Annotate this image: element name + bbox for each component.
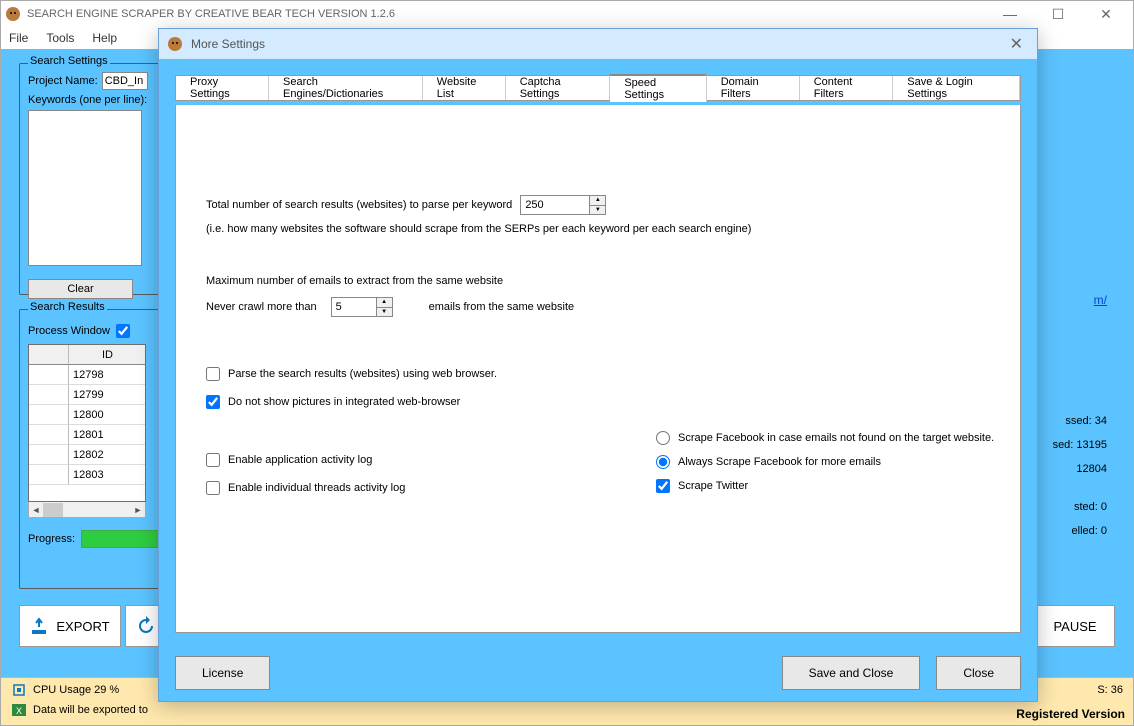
menu-tools[interactable]: Tools — [46, 31, 74, 45]
never-crawl-spinner[interactable]: ▲▼ — [331, 297, 393, 317]
export-button[interactable]: EXPORT — [19, 605, 121, 647]
total-results-input[interactable] — [521, 196, 589, 214]
twitter-checkbox[interactable] — [656, 479, 670, 493]
spin-up-icon[interactable]: ▲ — [590, 196, 605, 206]
threads-label: S: 36 — [1097, 684, 1123, 696]
total-results-label: Total number of search results (websites… — [206, 199, 512, 211]
results-grid[interactable]: ID 12798 12799 12800 12801 12802 12803 — [28, 344, 146, 502]
spin-down-icon[interactable]: ▼ — [590, 206, 605, 215]
fb-always-label: Always Scrape Facebook for more emails — [678, 456, 881, 468]
menu-help[interactable]: Help — [92, 31, 117, 45]
grid-hscrollbar[interactable]: ◄ ► — [28, 502, 146, 518]
tab-proxy[interactable]: Proxy Settings — [176, 76, 269, 100]
export-path-label: Data will be exported to — [33, 704, 148, 716]
dialog-footer: License Save and Close Close — [159, 645, 1037, 701]
never-crawl-label: Never crawl more than — [206, 301, 317, 313]
dialog-close-button[interactable]: ✕ — [1004, 34, 1029, 54]
grid-cell: 12803 — [69, 465, 146, 485]
clear-button[interactable]: Clear — [28, 279, 133, 299]
search-settings-legend: Search Settings — [28, 55, 110, 67]
progress-label: Progress: — [28, 533, 75, 545]
never-crawl-input[interactable] — [332, 298, 376, 316]
tab-speed[interactable]: Speed Settings — [610, 74, 706, 102]
keywords-textarea[interactable] — [28, 110, 142, 266]
thread-log-label: Enable individual threads activity log — [228, 482, 405, 494]
grid-cell: 12802 — [69, 445, 146, 465]
scroll-right-icon[interactable]: ► — [131, 502, 145, 518]
grid-cell: 12799 — [69, 385, 146, 405]
fb-if-none-label: Scrape Facebook in case emails not found… — [678, 432, 994, 444]
grid-header-blank — [29, 345, 69, 365]
thread-log-checkbox[interactable] — [206, 481, 220, 495]
project-name-label: Project Name: — [28, 75, 98, 87]
twitter-label: Scrape Twitter — [678, 480, 748, 492]
registered-label: Registered Version — [1016, 707, 1125, 721]
minimize-button[interactable]: — — [995, 4, 1025, 24]
parse-browser-checkbox[interactable] — [206, 367, 220, 381]
excel-icon: X — [11, 702, 27, 718]
svg-text:X: X — [16, 706, 22, 716]
grid-cell: 12800 — [69, 405, 146, 425]
dialog-title: More Settings — [191, 37, 265, 51]
keywords-label: Keywords (one per line): — [28, 94, 147, 106]
no-pictures-checkbox[interactable] — [206, 395, 220, 409]
close-button[interactable]: ✕ — [1091, 4, 1121, 24]
max-emails-label: Maximum number of emails to extract from… — [206, 275, 990, 287]
total-results-spinner[interactable]: ▲▼ — [520, 195, 606, 215]
stat-celled: elled: 0 — [1072, 525, 1107, 537]
pause-button[interactable]: PAUSE — [1035, 605, 1115, 647]
tab-website-list[interactable]: Website List — [423, 76, 506, 100]
spin-down-icon[interactable]: ▼ — [377, 308, 392, 317]
parse-browser-label: Parse the search results (websites) usin… — [228, 368, 497, 380]
process-window-label: Process Window — [28, 325, 110, 337]
title-bar: SEARCH ENGINE SCRAPER BY CREATIVE BEAR T… — [1, 1, 1133, 27]
stat-listed: sted: 0 — [1074, 501, 1107, 513]
tab-content-filters[interactable]: Content Filters — [800, 76, 894, 100]
export-label: EXPORT — [56, 619, 109, 634]
cpu-icon — [11, 682, 27, 698]
fb-always-radio[interactable] — [656, 455, 670, 469]
export-icon — [30, 617, 48, 635]
app-icon — [5, 6, 21, 22]
close-dialog-button[interactable]: Close — [936, 656, 1021, 690]
grid-cell: 12798 — [69, 365, 146, 385]
tab-domain-filters[interactable]: Domain Filters — [707, 76, 800, 100]
more-settings-dialog: More Settings ✕ Proxy Settings Search En… — [158, 28, 1038, 702]
app-title: SEARCH ENGINE SCRAPER BY CREATIVE BEAR T… — [27, 8, 989, 20]
cpu-usage-label: CPU Usage 29 % — [33, 684, 119, 696]
partial-link[interactable]: m/ — [1094, 293, 1107, 307]
pause-label: PAUSE — [1053, 619, 1096, 634]
dialog-icon — [167, 36, 183, 52]
license-button[interactable]: License — [175, 656, 270, 690]
settings-tabs: Proxy Settings Search Engines/Dictionari… — [175, 75, 1021, 101]
tab-search-engines[interactable]: Search Engines/Dictionaries — [269, 76, 423, 100]
stat-used: sed: 13195 — [1053, 439, 1107, 451]
maximize-button[interactable]: ☐ — [1043, 4, 1073, 24]
refresh-icon — [136, 616, 156, 636]
save-close-button[interactable]: Save and Close — [782, 656, 921, 690]
dialog-title-bar: More Settings ✕ — [159, 29, 1037, 59]
scroll-thumb[interactable] — [43, 503, 63, 517]
menu-file[interactable]: File — [9, 31, 28, 45]
tab-save-login[interactable]: Save & Login Settings — [893, 76, 1020, 100]
fb-if-none-radio[interactable] — [656, 431, 670, 445]
total-results-hint: (i.e. how many websites the software sho… — [206, 223, 990, 235]
project-name-input[interactable] — [102, 72, 148, 90]
app-log-checkbox[interactable] — [206, 453, 220, 467]
stat-id: 12804 — [1076, 463, 1107, 475]
app-log-label: Enable application activity log — [228, 454, 372, 466]
grid-cell: 12801 — [69, 425, 146, 445]
tab-captcha[interactable]: Captcha Settings — [506, 76, 611, 100]
scroll-left-icon[interactable]: ◄ — [29, 502, 43, 518]
never-crawl-tail: emails from the same website — [429, 301, 575, 313]
process-window-checkbox[interactable] — [116, 324, 130, 338]
grid-header-id: ID — [69, 345, 146, 365]
search-results-legend: Search Results — [28, 301, 107, 313]
spin-up-icon[interactable]: ▲ — [377, 298, 392, 308]
speed-settings-panel: Total number of search results (websites… — [175, 105, 1021, 633]
stat-passed: ssed: 34 — [1065, 415, 1107, 427]
no-pictures-label: Do not show pictures in integrated web-b… — [228, 396, 460, 408]
